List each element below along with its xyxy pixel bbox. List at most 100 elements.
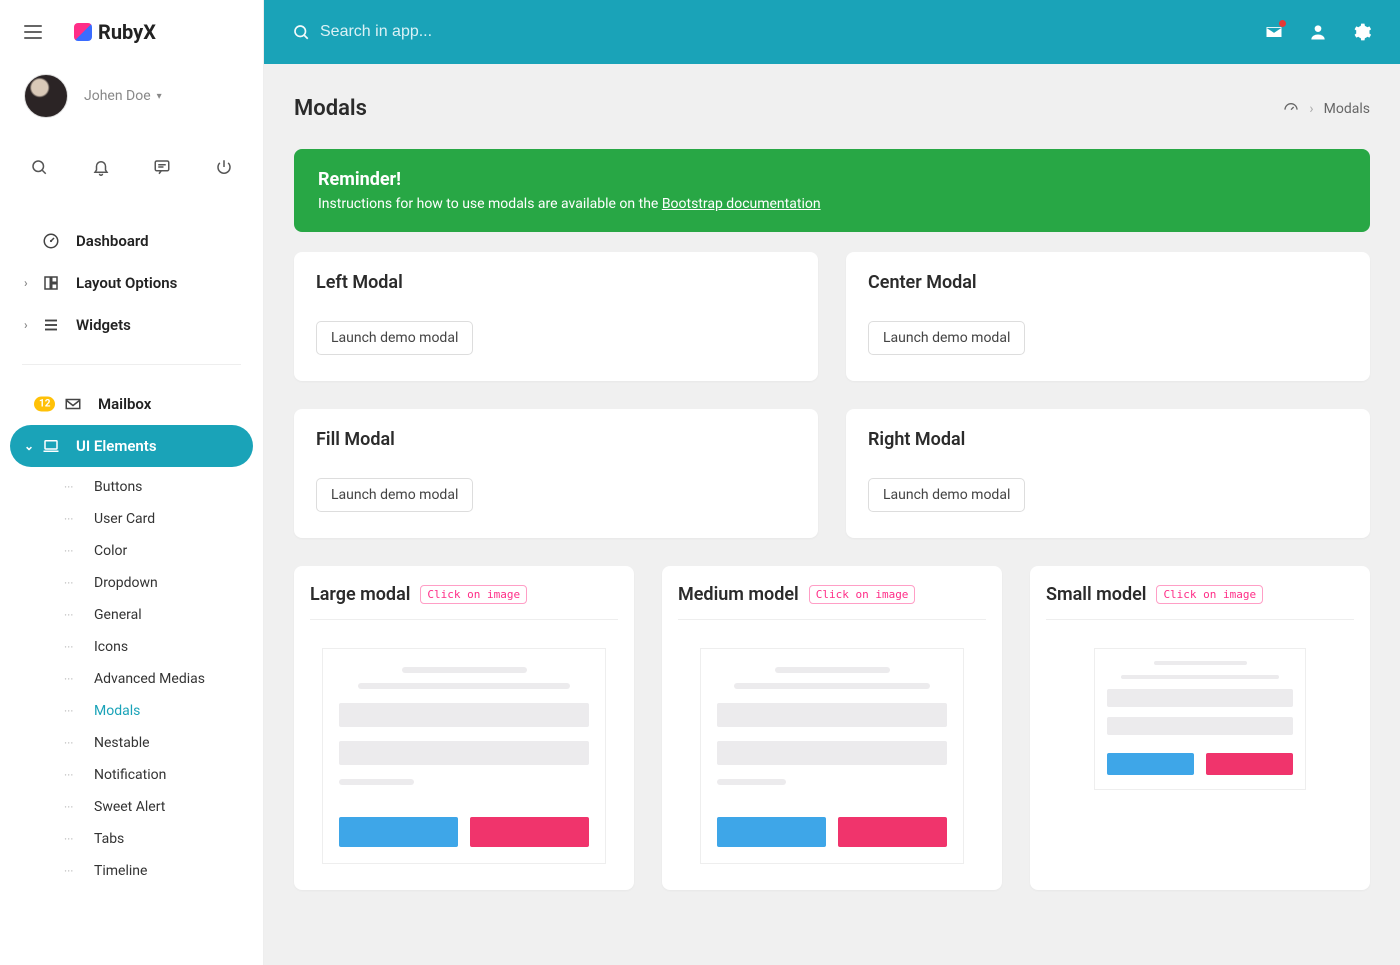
nav-mailbox-label: Mailbox (98, 395, 151, 413)
profile-name-label: Johen Doe (84, 88, 151, 104)
launch-right-modal-button[interactable]: Launch demo modal (868, 478, 1025, 512)
logo-icon (74, 23, 92, 41)
reminder-alert: Reminder! Instructions for how to use mo… (294, 149, 1370, 232)
alert-text: Instructions for how to use modals are a… (318, 196, 662, 212)
power-icon (215, 158, 233, 176)
nav-dashboard[interactable]: Dashboard (10, 220, 253, 262)
profile-menu[interactable]: Johen Doe ▾ (84, 88, 162, 104)
card-title: Large modal (310, 584, 410, 605)
nav-ui-elements-label: UI Elements (76, 437, 157, 455)
subnav-sweet-alert[interactable]: ···Sweet Alert (10, 791, 253, 823)
card-title: Small model (1046, 584, 1146, 605)
bell-icon (92, 158, 110, 176)
chevron-right-icon: › (24, 318, 28, 332)
gear-icon (1352, 22, 1372, 42)
search-icon (30, 158, 48, 176)
page-title: Modals (294, 96, 367, 121)
preview-secondary-button (470, 817, 589, 847)
subnav-advanced-medias[interactable]: ···Advanced Medias (10, 663, 253, 695)
card-left-modal: Left Modal Launch demo modal (294, 252, 818, 381)
sidebar-nav: Dashboard › Layout Options › Widgets 12 (0, 220, 263, 891)
card-title: Medium model (678, 584, 799, 605)
preview-primary-button (339, 817, 458, 847)
small-modal-preview[interactable] (1094, 648, 1306, 790)
search-input[interactable] (320, 23, 600, 41)
breadcrumb-home[interactable] (1283, 101, 1299, 117)
search-icon (292, 23, 310, 41)
topbar-settings-button[interactable] (1352, 22, 1372, 42)
nav-widgets[interactable]: › Widgets (10, 304, 253, 346)
sidebar-search-button[interactable] (20, 148, 58, 186)
nav-dashboard-label: Dashboard (76, 232, 149, 250)
caret-down-icon: ▾ (157, 91, 162, 102)
card-title: Right Modal (868, 429, 1348, 450)
alert-doc-link[interactable]: Bootstrap documentation (662, 196, 821, 212)
click-hint-chip: Click on image (420, 585, 527, 604)
sidebar-power-button[interactable] (205, 148, 243, 186)
preview-primary-button (1107, 753, 1194, 775)
sidebar-notifications-button[interactable] (82, 148, 120, 186)
large-modal-preview[interactable] (322, 648, 606, 864)
chevron-right-icon: › (24, 276, 28, 290)
speedometer-icon (1283, 101, 1299, 117)
nav-layout-options-label: Layout Options (76, 274, 177, 292)
nav-layout-options[interactable]: › Layout Options (10, 262, 253, 304)
preview-secondary-button (1206, 753, 1293, 775)
card-title: Fill Modal (316, 429, 796, 450)
subnav-buttons[interactable]: ···Buttons (10, 471, 253, 503)
breadcrumb-current: Modals (1324, 101, 1370, 117)
subnav-user-card[interactable]: ···User Card (10, 503, 253, 535)
laptop-icon (42, 437, 60, 455)
subnav-modals[interactable]: ···Modals (10, 695, 253, 727)
preview-secondary-button (838, 817, 947, 847)
chevron-down-icon: ⌄ (24, 439, 34, 453)
sidebar: RubyX Johen Doe ▾ (0, 0, 264, 965)
card-medium-modal: Medium model Click on image (662, 566, 1002, 890)
nav-mailbox[interactable]: 12 Mailbox (10, 383, 253, 425)
mailbox-badge: 12 (34, 397, 55, 412)
menu-toggle-button[interactable] (24, 25, 42, 39)
user-icon (1308, 22, 1328, 42)
card-fill-modal: Fill Modal Launch demo modal (294, 409, 818, 538)
subnav-notification[interactable]: ···Notification (10, 759, 253, 791)
dashboard-icon (42, 232, 60, 250)
topbar-user-button[interactable] (1308, 22, 1328, 42)
widgets-icon (42, 316, 60, 334)
brand-name: RubyX (98, 20, 156, 44)
subnav-general[interactable]: ···General (10, 599, 253, 631)
topbar (264, 0, 1400, 64)
subnav-icons[interactable]: ···Icons (10, 631, 253, 663)
notification-dot-icon (1279, 20, 1286, 27)
card-title: Left Modal (316, 272, 796, 293)
click-hint-chip: Click on image (1156, 585, 1263, 604)
topbar-mail-button[interactable] (1264, 22, 1284, 42)
card-large-modal: Large modal Click on image (294, 566, 634, 890)
chat-icon (153, 158, 171, 176)
nav-ui-elements[interactable]: ⌄ UI Elements (10, 425, 253, 467)
medium-modal-preview[interactable] (700, 648, 964, 864)
card-center-modal: Center Modal Launch demo modal (846, 252, 1370, 381)
subnav-color[interactable]: ···Color (10, 535, 253, 567)
card-title: Center Modal (868, 272, 1348, 293)
avatar[interactable] (24, 74, 68, 118)
sidebar-chat-button[interactable] (143, 148, 181, 186)
breadcrumb: › Modals (1283, 101, 1370, 117)
card-right-modal: Right Modal Launch demo modal (846, 409, 1370, 538)
layout-icon (42, 274, 60, 292)
launch-center-modal-button[interactable]: Launch demo modal (868, 321, 1025, 355)
envelope-icon (64, 395, 82, 413)
subnav-tabs[interactable]: ···Tabs (10, 823, 253, 855)
card-small-modal: Small model Click on image (1030, 566, 1370, 890)
brand-logo[interactable]: RubyX (74, 20, 156, 44)
nav-widgets-label: Widgets (76, 316, 131, 334)
global-search[interactable] (292, 23, 1264, 41)
alert-title: Reminder! (318, 169, 1346, 190)
ui-elements-subnav: ···Buttons ···User Card ···Color ···Drop… (10, 467, 253, 891)
subnav-nestable[interactable]: ···Nestable (10, 727, 253, 759)
launch-fill-modal-button[interactable]: Launch demo modal (316, 478, 473, 512)
launch-left-modal-button[interactable]: Launch demo modal (316, 321, 473, 355)
preview-primary-button (717, 817, 826, 847)
click-hint-chip: Click on image (809, 585, 916, 604)
subnav-dropdown[interactable]: ···Dropdown (10, 567, 253, 599)
subnav-timeline[interactable]: ···Timeline (10, 855, 253, 887)
